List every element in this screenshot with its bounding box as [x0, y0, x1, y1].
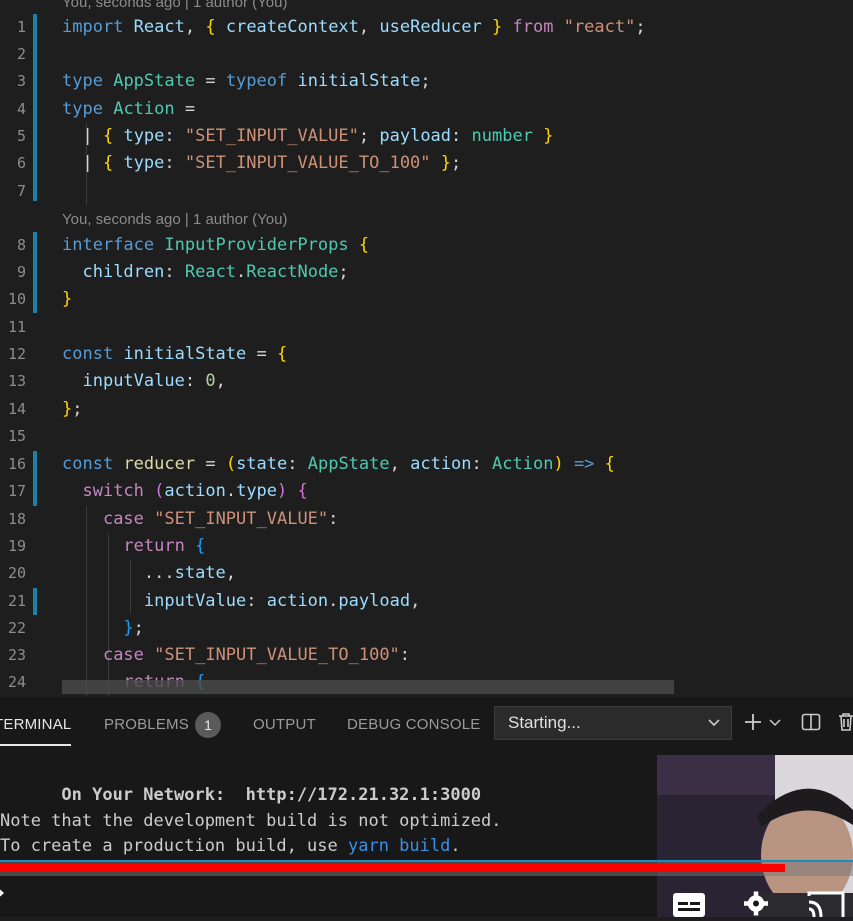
- code-line[interactable]: 6 | { type: "SET_INPUT_VALUE_TO_100" };: [0, 150, 853, 177]
- line-number: 6: [16, 154, 26, 172]
- code-line[interactable]: 21 inputValue: action.payload,: [0, 588, 853, 615]
- code-line[interactable]: 11: [0, 314, 853, 341]
- chevron-down-icon[interactable]: [768, 715, 782, 734]
- line-number: 4: [16, 100, 26, 118]
- terminal-output-line: Note that the development build is not o…: [0, 811, 502, 831]
- line-number: 24: [7, 673, 26, 691]
- chevron-down-icon: [706, 714, 722, 734]
- code-line[interactable]: 19 return {: [0, 533, 853, 560]
- tab-terminal[interactable]: TERMINAL: [0, 716, 71, 733]
- line-number: 17: [7, 482, 26, 500]
- cast-icon[interactable]: [806, 890, 846, 921]
- terminal-selector-value: Starting...: [508, 713, 581, 732]
- code-text: };: [123, 618, 144, 638]
- code-text: | { type: "SET_INPUT_VALUE"; payload: nu…: [62, 126, 554, 146]
- code-text: const reducer = (state: AppState, action…: [62, 454, 615, 474]
- code-text: children: React.ReactNode;: [82, 262, 349, 282]
- code-text: return {: [123, 536, 206, 556]
- split-terminal-icon[interactable]: [800, 711, 822, 737]
- git-blame-annotation: You, seconds ago | 1 author (You): [62, 211, 288, 228]
- code-line[interactable]: 14};: [0, 396, 853, 423]
- code-line[interactable]: 15: [0, 423, 853, 450]
- code-line[interactable]: 2: [0, 41, 853, 68]
- line-number: 7: [16, 182, 26, 200]
- code-line[interactable]: 12 const initialState = {: [0, 341, 853, 368]
- code-line[interactable]: 23 case "SET_INPUT_VALUE_TO_100":: [0, 642, 853, 669]
- video-progress-played: [0, 864, 785, 872]
- code-line[interactable]: 9 children: React.ReactNode;: [0, 259, 853, 286]
- line-number: 10: [7, 290, 26, 308]
- code-text: };: [62, 399, 83, 419]
- code-text: inputValue: 0,: [82, 371, 226, 391]
- git-blame-annotation: You, seconds ago | 1 author (You): [62, 0, 288, 11]
- horizontal-scrollbar[interactable]: [62, 680, 674, 694]
- code-text: switch (action.type) {: [82, 481, 308, 501]
- code-editor[interactable]: You, seconds ago | 1 author (You) You, s…: [0, 0, 853, 697]
- code-line[interactable]: 3 type AppState = typeof initialState;: [0, 68, 853, 95]
- code-text: inputValue: action.payload,: [143, 591, 421, 611]
- settings-gear-icon[interactable]: [738, 890, 774, 921]
- code-text: case "SET_INPUT_VALUE":: [102, 509, 339, 529]
- problems-count-badge: 1: [195, 712, 221, 738]
- code-line[interactable]: 13 inputValue: 0,: [0, 368, 853, 395]
- terminal-selector[interactable]: Starting...: [494, 706, 732, 740]
- line-number: 14: [7, 400, 26, 418]
- code-text: type Action =: [62, 99, 196, 119]
- line-number: 23: [7, 646, 26, 664]
- code-text: interface InputProviderProps {: [62, 235, 370, 255]
- code-line[interactable]: 1 import React, { createContext, useReduc…: [0, 14, 853, 41]
- code-text: const initialState = {: [62, 344, 288, 364]
- code-line[interactable]: 17 switch (action.type) {: [0, 478, 853, 505]
- line-number: 15: [7, 427, 26, 445]
- line-number: 21: [7, 592, 26, 610]
- code-line[interactable]: 18 case "SET_INPUT_VALUE":: [0, 506, 853, 533]
- code-line[interactable]: 10}: [0, 286, 853, 313]
- line-number: 9: [16, 263, 26, 281]
- trash-icon[interactable]: [835, 711, 853, 737]
- code-line[interactable]: 5 | { type: "SET_INPUT_VALUE"; payload: …: [0, 123, 853, 150]
- line-number: 16: [7, 455, 26, 473]
- line-number: 20: [7, 564, 26, 582]
- line-number: 2: [16, 45, 26, 63]
- line-number: 18: [7, 510, 26, 528]
- bottom-panel: TERMINAL PROBLEMS 1 OUTPUT DEBUG CONSOLE…: [0, 697, 853, 917]
- line-number: 8: [16, 236, 26, 254]
- code-line[interactable]: 4 type Action =: [0, 96, 853, 123]
- line-number: 1: [16, 18, 26, 36]
- code-line[interactable]: 22 };: [0, 615, 853, 642]
- code-line[interactable]: 8 interface InputProviderProps {: [0, 232, 853, 259]
- line-number: 3: [16, 72, 26, 90]
- line-number: 12: [7, 345, 26, 363]
- code-text: ...state,: [62, 563, 237, 583]
- tab-debug-console[interactable]: DEBUG CONSOLE: [347, 716, 480, 733]
- line-number: 22: [7, 619, 26, 637]
- tab-problems[interactable]: PROBLEMS: [104, 716, 189, 733]
- code-text: import React, { createContext, useReduce…: [62, 17, 646, 37]
- terminal-output-line: To create a production build, use yarn b…: [0, 836, 461, 856]
- panel-tab-bar: TERMINAL PROBLEMS 1 OUTPUT DEBUG CONSOLE…: [0, 697, 853, 749]
- line-number: 5: [16, 127, 26, 145]
- code-line[interactable]: 16 const reducer = (state: AppState, acti…: [0, 451, 853, 478]
- code-text: type AppState = typeof initialState;: [62, 71, 431, 91]
- active-tab-indicator: [0, 744, 71, 746]
- code-text: }: [62, 289, 73, 309]
- tab-output[interactable]: OUTPUT: [253, 716, 316, 733]
- play-icon[interactable]: [0, 882, 6, 908]
- code-line[interactable]: 20 ...state,: [0, 560, 853, 587]
- new-terminal-icon[interactable]: [742, 711, 764, 737]
- code-line[interactable]: 7: [0, 178, 853, 205]
- code-text: | { type: "SET_INPUT_VALUE_TO_100" };: [62, 153, 462, 173]
- line-number: 13: [7, 372, 26, 390]
- line-number: 11: [7, 318, 26, 336]
- code-text: case "SET_INPUT_VALUE_TO_100":: [102, 645, 411, 665]
- line-number: 19: [7, 537, 26, 555]
